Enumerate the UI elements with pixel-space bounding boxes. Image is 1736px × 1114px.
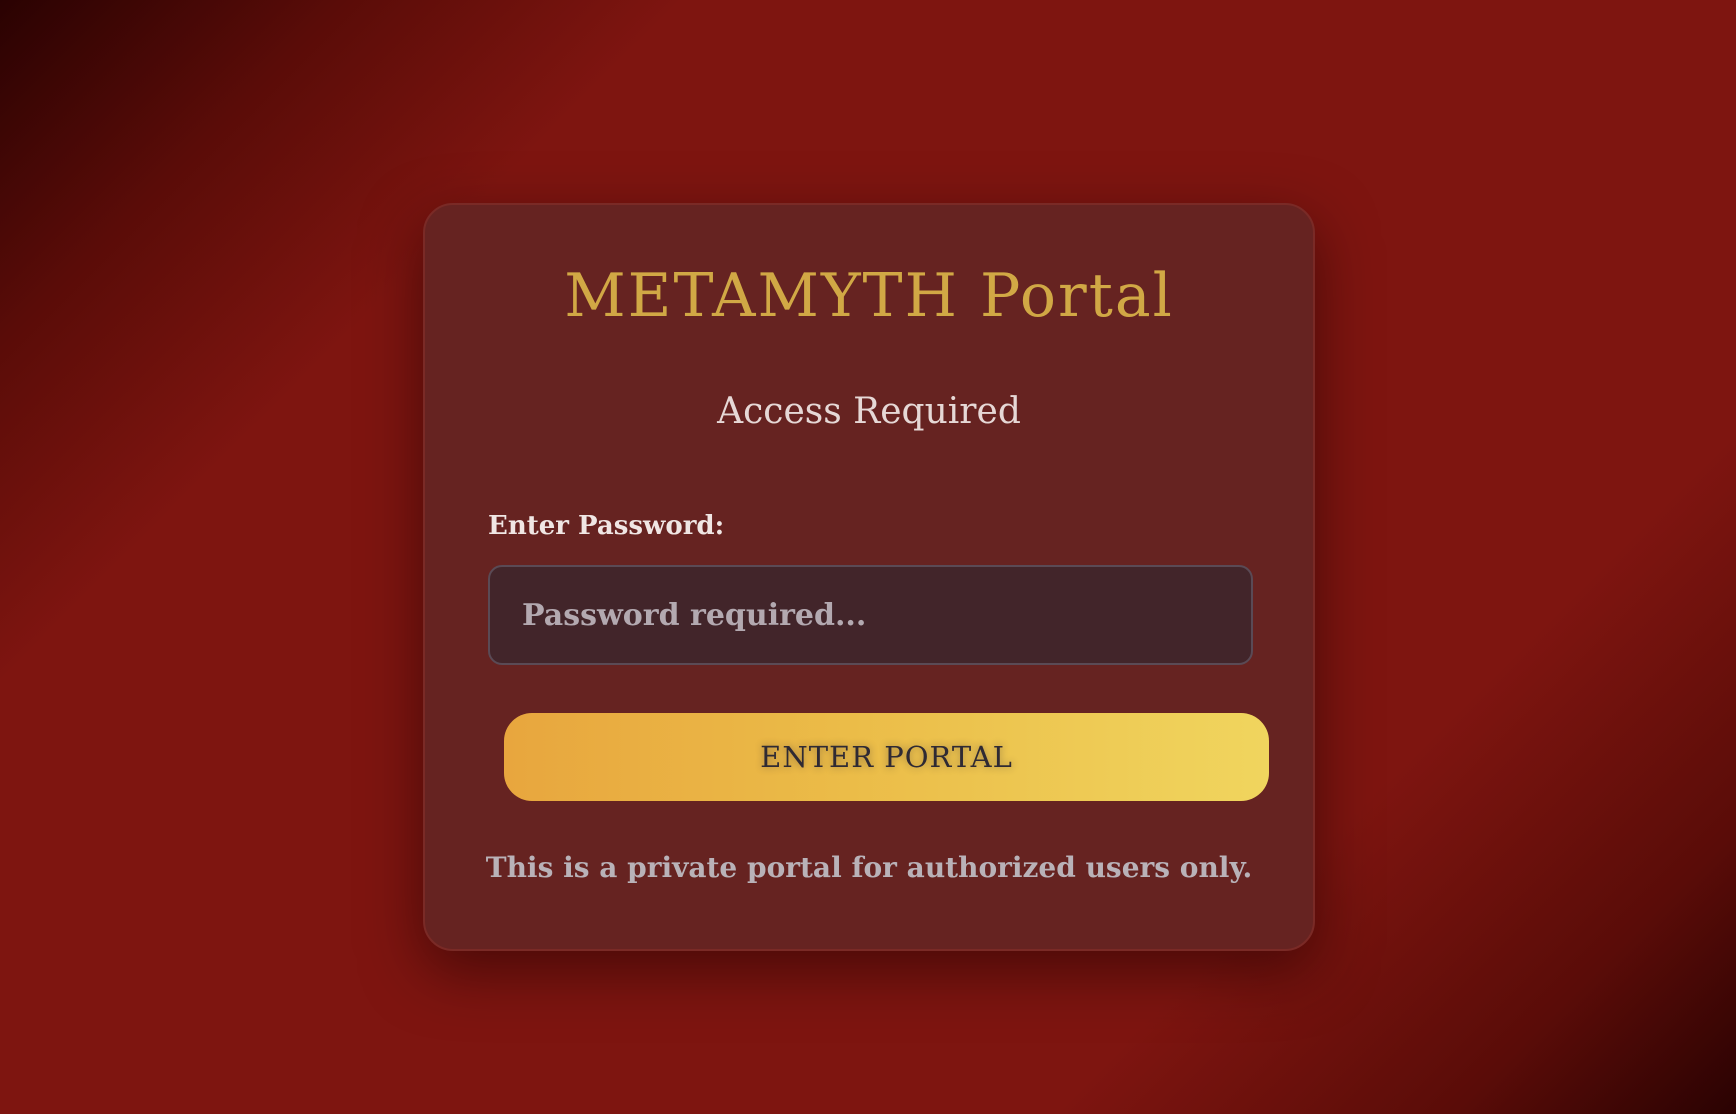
- password-input[interactable]: [488, 565, 1253, 665]
- page-subtitle: Access Required: [717, 391, 1021, 432]
- login-card: METAMYTH Portal Access Required Enter Pa…: [423, 203, 1315, 951]
- page-title: METAMYTH Portal: [564, 261, 1174, 331]
- private-portal-notice: This is a private portal for authorized …: [485, 851, 1253, 884]
- password-label: Enter Password:: [488, 511, 725, 541]
- enter-portal-button[interactable]: ENTER PORTAL: [504, 713, 1269, 801]
